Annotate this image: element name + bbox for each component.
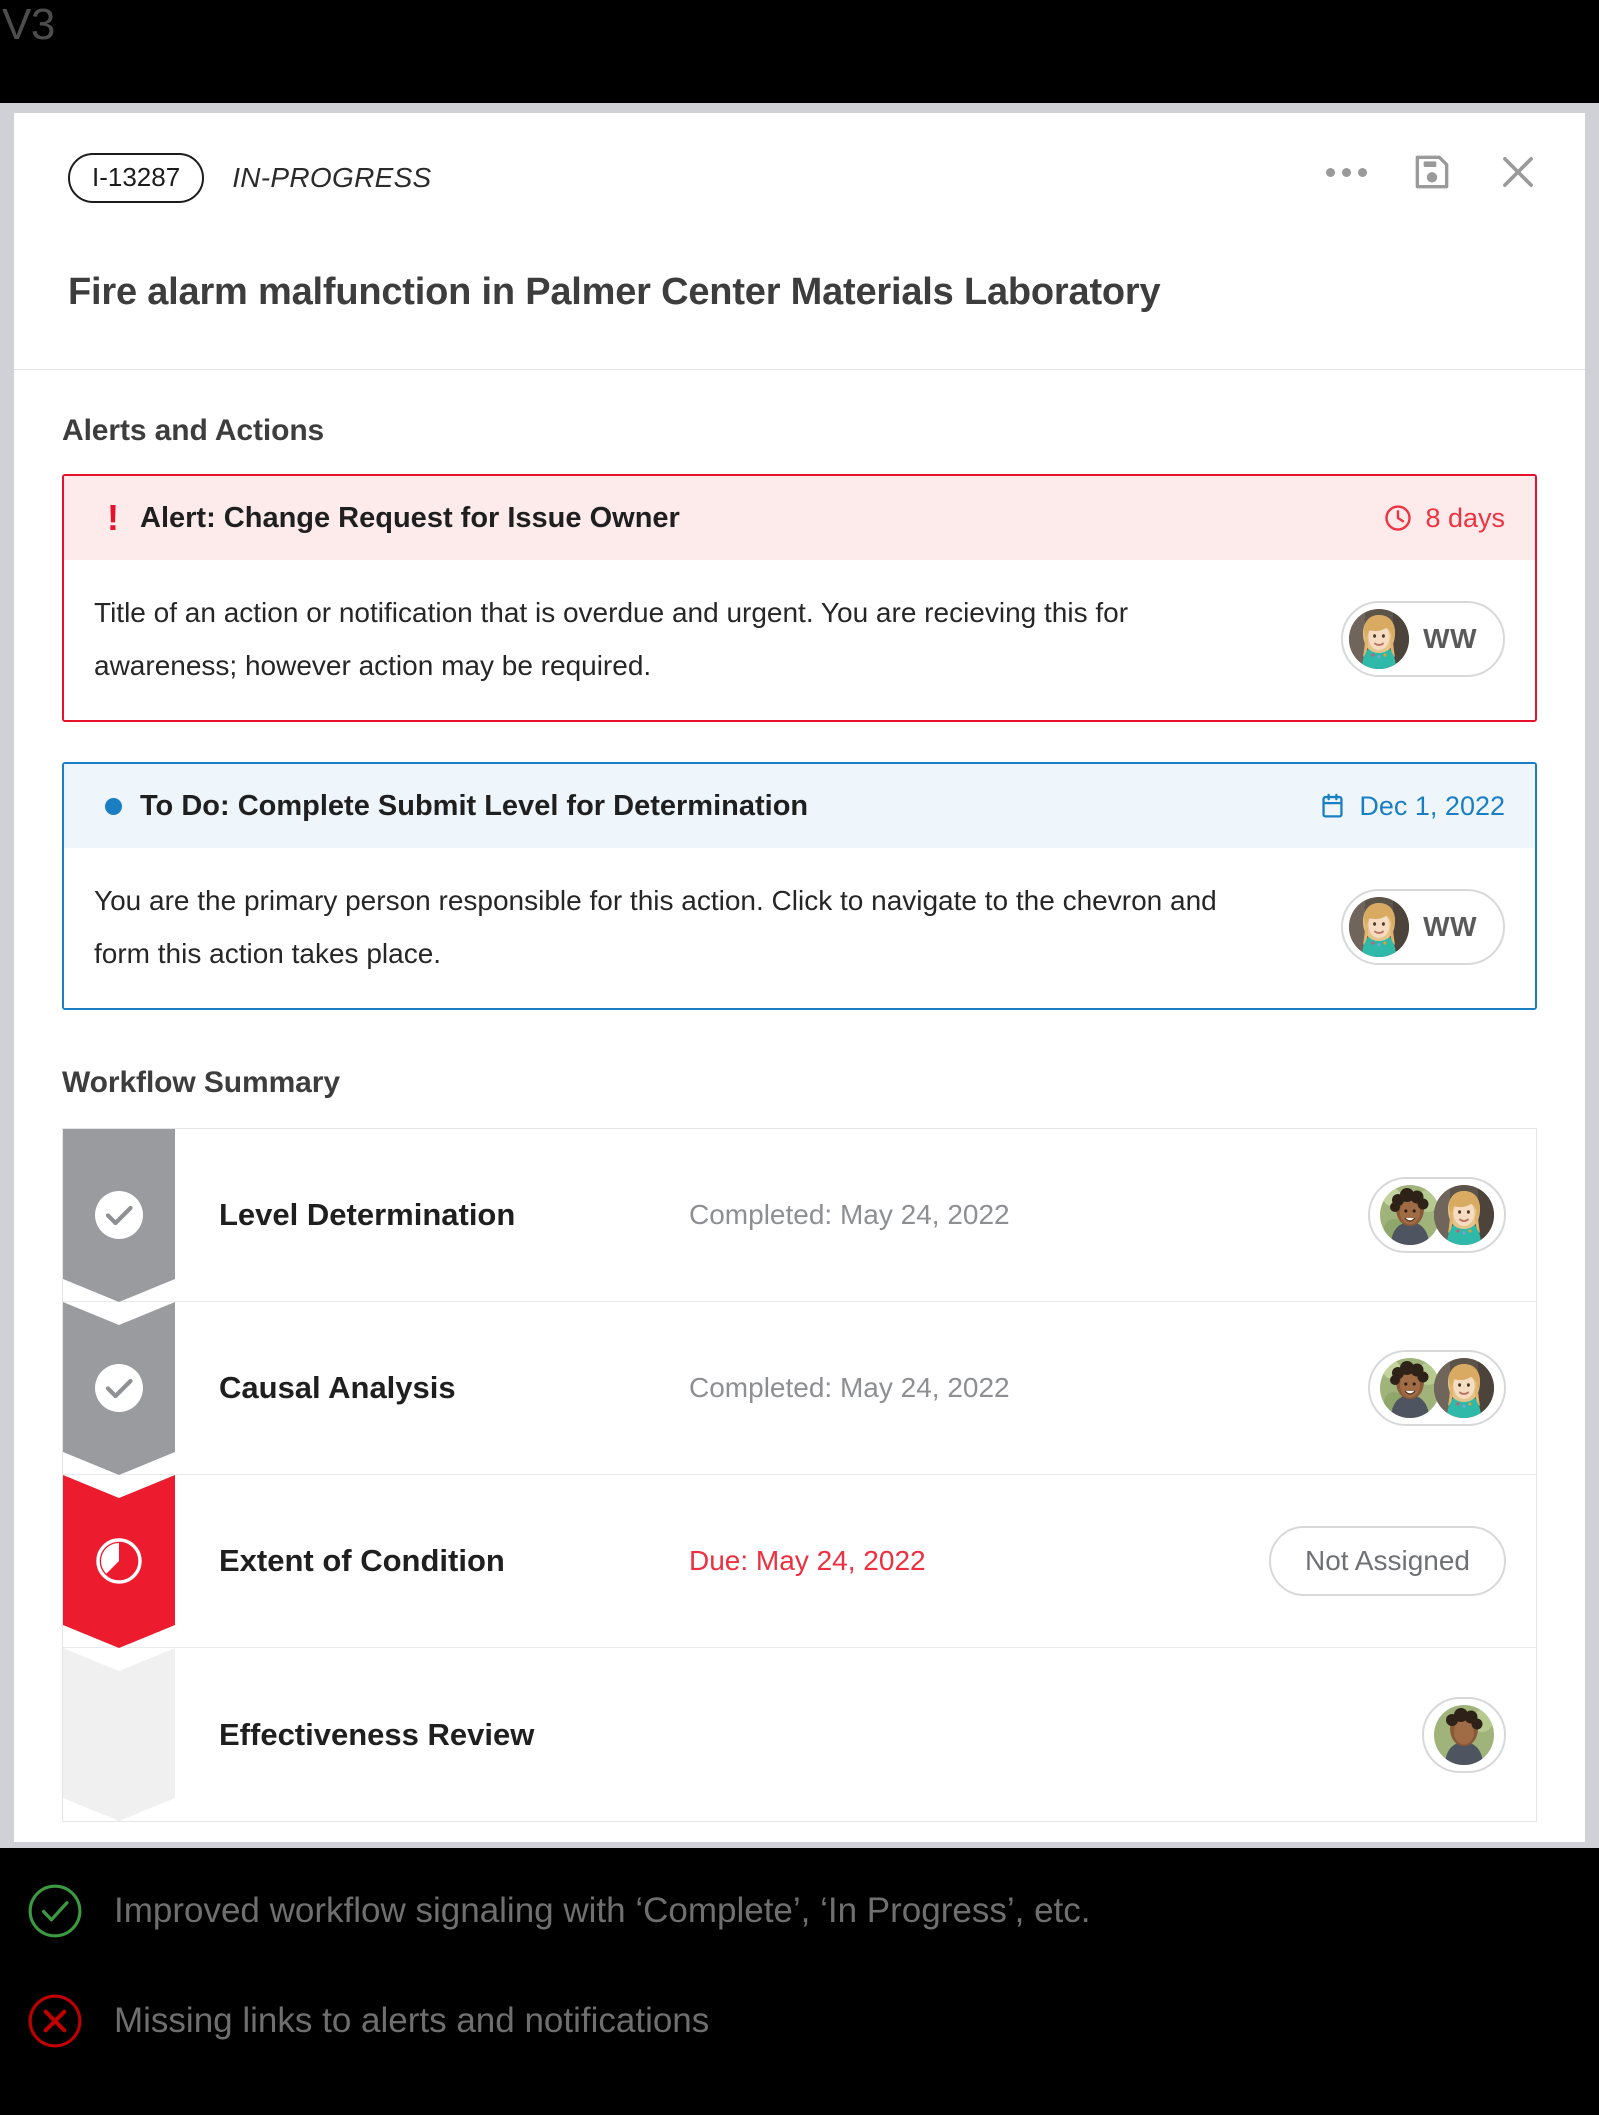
x-circle-outline-icon <box>28 1994 82 2048</box>
avatar-photo-female-blonde <box>1349 609 1410 669</box>
table-row[interactable]: Extent of Condition Due: May 24, 2022 No… <box>63 1475 1536 1648</box>
avatar-photo-female-blonde <box>1349 897 1410 957</box>
alert-card-body: Title of an action or notification that … <box>64 560 1535 720</box>
more-options-button[interactable] <box>1323 149 1369 195</box>
check-circle-icon <box>91 1187 147 1243</box>
avatar-photo-female-blonde <box>1434 1185 1494 1245</box>
alert-title: Alert: Change Request for Issue Owner <box>140 501 680 534</box>
workflow-step-date: Due: May 24, 2022 <box>689 1545 926 1576</box>
workflow-step-date: Completed: May 24, 2022 <box>689 1199 1010 1230</box>
workflow-section-title: Workflow Summary <box>62 1066 340 1099</box>
todo-body-text: You are the primary person responsible f… <box>94 885 1217 969</box>
assignee-initials: WW <box>1423 911 1477 942</box>
check-circle-outline-icon <box>28 1884 82 1938</box>
issue-identity: I-13287 IN-PROGRESS <box>68 153 432 203</box>
annotation-footer: Improved workflow signaling with ‘Comple… <box>0 1848 1599 2115</box>
avatar-photo-curly-dark <box>1380 1358 1440 1418</box>
exclamation-icon: ! <box>107 497 119 538</box>
chevron-step-indicator <box>63 1648 175 1821</box>
top-bar: V3 <box>0 0 1599 103</box>
annotation-negative: Missing links to alerts and notification… <box>26 1992 709 2050</box>
alert-card[interactable]: ! Alert: Change Request for Issue Owner … <box>62 474 1537 722</box>
avatar <box>1434 1185 1494 1245</box>
dot-icon <box>92 797 134 815</box>
avatar-group[interactable] <box>1422 1696 1506 1773</box>
annotation-negative-text: Missing links to alerts and notification… <box>114 2001 710 2040</box>
avatar <box>1380 1358 1440 1418</box>
workflow-summary-list: Level Determination Completed: May 24, 2… <box>62 1128 1537 1822</box>
assignee-initials: WW <box>1423 623 1477 654</box>
avatar-photo-curly-dark <box>1434 1704 1494 1765</box>
workflow-step-name: Level Determination <box>219 1197 516 1232</box>
workflow-step-assignees[interactable] <box>1368 1350 1506 1426</box>
save-button[interactable] <box>1409 149 1455 195</box>
todo-due-meta: Dec 1, 2022 <box>1318 791 1505 822</box>
half-circle-icon <box>91 1533 147 1589</box>
workflow-step-content: Effectiveness Review <box>175 1648 1536 1821</box>
alerts-section-title: Alerts and Actions <box>62 414 325 447</box>
annotation-positive: Improved workflow signaling with ‘Comple… <box>26 1882 1091 1940</box>
alert-due-meta: 8 days <box>1383 503 1505 534</box>
avatar <box>1434 1358 1494 1418</box>
ellipsis-icon <box>1325 167 1367 177</box>
close-button[interactable] <box>1495 149 1541 195</box>
todo-card-body: You are the primary person responsible f… <box>64 848 1535 1008</box>
card-body: Alerts and Actions ! Alert: Change Reque… <box>14 414 1585 1822</box>
close-icon <box>1503 157 1533 187</box>
table-row[interactable]: Causal Analysis Completed: May 24, 2022 <box>63 1302 1536 1475</box>
avatar <box>1380 1185 1440 1245</box>
todo-due-text: Dec 1, 2022 <box>1359 790 1505 821</box>
table-row[interactable]: Level Determination Completed: May 24, 2… <box>63 1129 1536 1302</box>
workflow-step-rail <box>63 1648 175 1821</box>
status-label: IN-PROGRESS <box>232 162 432 193</box>
avatar <box>1349 609 1410 669</box>
workflow-step-name: Extent of Condition <box>219 1543 505 1578</box>
avatar-photo-female-blonde <box>1434 1358 1494 1418</box>
issue-detail-card: I-13287 IN-PROGRESS Fire alarm malfuncti… <box>14 113 1585 1842</box>
workflow-step-assignees[interactable]: Not Assigned <box>1269 1526 1506 1596</box>
workflow-step-rail <box>63 1129 175 1302</box>
page-title: Fire alarm malfunction in Palmer Center … <box>68 271 1161 313</box>
workflow-step-name: Effectiveness Review <box>219 1716 535 1752</box>
workflow-step-assignees[interactable] <box>1422 1696 1506 1773</box>
workflow-step-date: Completed: May 24, 2022 <box>689 1372 1010 1403</box>
annotation-positive-text: Improved workflow signaling with ‘Comple… <box>114 1891 1091 1930</box>
card-header: I-13287 IN-PROGRESS Fire alarm malfuncti… <box>14 113 1585 370</box>
workflow-step-rail <box>63 1302 175 1475</box>
check-circle-icon <box>91 1360 147 1416</box>
alert-due-text: 8 days <box>1425 502 1505 533</box>
todo-card-header: To Do: Complete Submit Level for Determi… <box>64 764 1535 848</box>
screen-root: V3 I-13287 IN-PROGRESS Fire alarm malfun… <box>0 0 1599 2115</box>
not-assigned-button[interactable]: Not Assigned <box>1269 1526 1506 1596</box>
workflow-step-content: Causal Analysis Completed: May 24, 2022 <box>175 1302 1536 1474</box>
avatar-group[interactable] <box>1368 1177 1506 1253</box>
version-label: V3 <box>2 0 55 49</box>
workflow-step-rail <box>63 1475 175 1648</box>
todo-assignee-pill[interactable]: WW <box>1341 889 1505 965</box>
avatar <box>1434 1704 1494 1765</box>
avatar-group[interactable] <box>1368 1350 1506 1426</box>
workflow-step-name: Causal Analysis <box>219 1370 456 1405</box>
workflow-step-assignees[interactable] <box>1368 1177 1506 1253</box>
alert-assignee-pill[interactable]: WW <box>1341 601 1505 677</box>
alert-body-text: Title of an action or notification that … <box>94 597 1129 681</box>
calendar-icon <box>1322 793 1343 818</box>
workflow-step-content: Extent of Condition Due: May 24, 2022 No… <box>175 1475 1536 1647</box>
workflow-step-content: Level Determination Completed: May 24, 2… <box>175 1129 1536 1301</box>
header-actions <box>1323 149 1541 195</box>
issue-id-badge[interactable]: I-13287 <box>68 153 205 203</box>
save-icon <box>1415 155 1449 189</box>
avatar-photo-curly-dark <box>1380 1185 1440 1245</box>
alert-card-header: ! Alert: Change Request for Issue Owner … <box>64 476 1535 560</box>
table-row[interactable]: Effectiveness Review <box>63 1648 1536 1821</box>
avatar <box>1349 897 1410 957</box>
todo-title: To Do: Complete Submit Level for Determi… <box>140 789 809 822</box>
clock-icon <box>1385 505 1412 531</box>
todo-card[interactable]: To Do: Complete Submit Level for Determi… <box>62 762 1537 1010</box>
